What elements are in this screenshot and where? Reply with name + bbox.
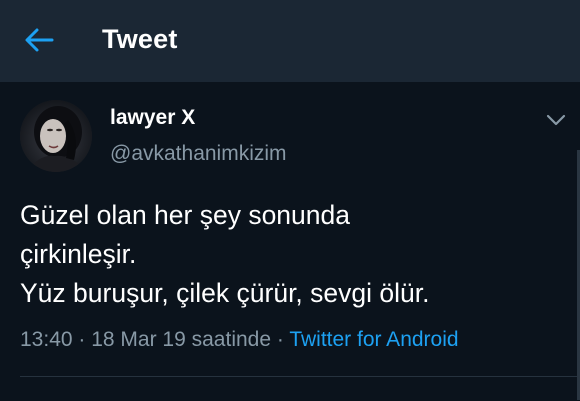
tweet-meta: 13:40 · 18 Mar 19 saatinde · Twitter for… bbox=[20, 328, 459, 352]
tweet-menu-button[interactable] bbox=[545, 112, 567, 128]
tweet-text-line: Güzel olan her şey sonunda bbox=[20, 200, 350, 230]
author-display-name[interactable]: lawyer X bbox=[110, 106, 195, 130]
tweet-detail: lawyer X @avkathanimkizim Güzel olan her… bbox=[0, 82, 580, 401]
chevron-down-icon bbox=[546, 114, 566, 126]
arrow-left-icon bbox=[25, 28, 54, 52]
divider bbox=[20, 376, 580, 377]
app-header: Tweet bbox=[0, 0, 580, 82]
author-handle[interactable]: @avkathanimkizim bbox=[110, 142, 287, 166]
avatar[interactable] bbox=[20, 100, 92, 172]
tweet-source-link[interactable]: Twitter for Android bbox=[289, 328, 458, 351]
tweet-text-line: çirkinleşir. bbox=[20, 239, 137, 269]
tweet-text: Güzel olan her şey sonunda çirkinleşir. … bbox=[20, 196, 565, 313]
tweet-text-line: Yüz buruşur, çilek çürür, sevgi ölür. bbox=[20, 278, 430, 308]
back-button[interactable] bbox=[22, 26, 56, 54]
profile-photo bbox=[20, 100, 92, 172]
tweet-date: 18 Mar 19 saatinde bbox=[91, 328, 272, 351]
meta-separator: · bbox=[72, 328, 92, 351]
tweet-time: 13:40 bbox=[20, 328, 73, 351]
meta-separator: · bbox=[271, 328, 290, 351]
page-title: Tweet bbox=[102, 24, 178, 54]
